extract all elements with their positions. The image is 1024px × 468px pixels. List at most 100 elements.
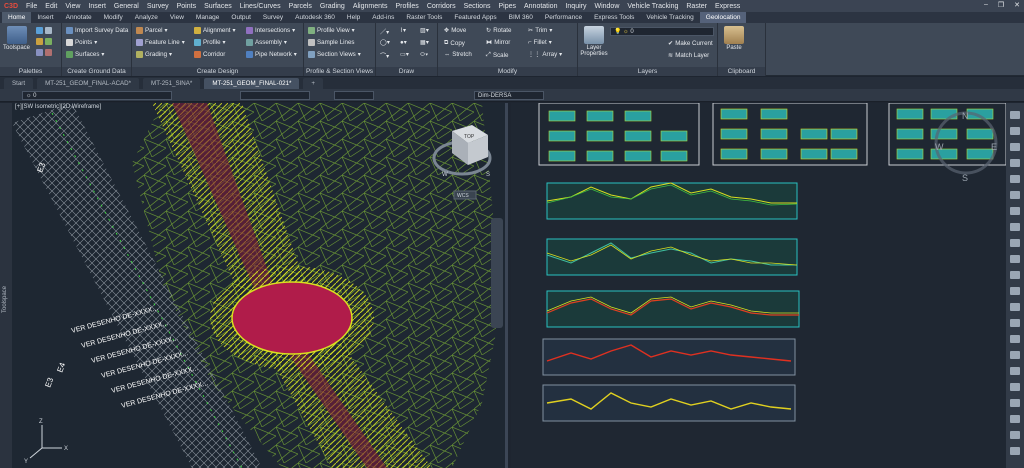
menu-insert[interactable]: Insert [88, 3, 106, 10]
menu-window[interactable]: Window [594, 3, 619, 10]
tab-vehicle-tracking[interactable]: Vehicle Tracking [640, 12, 699, 23]
dim-style-combo[interactable]: Dim-DERSA [474, 91, 544, 100]
panel-title-create-ground-data[interactable]: Create Ground Data [62, 67, 131, 76]
panel-title-profile-section-views[interactable]: Profile & Section Views [304, 67, 375, 76]
point-tool-button[interactable]: ●▾ [400, 39, 407, 46]
hatch-tool-button[interactable]: ▨▾ [420, 27, 429, 34]
tab-geolocation[interactable]: Geolocation [699, 12, 747, 23]
ellipse-tool-button[interactable]: ⬭▾ [420, 51, 428, 59]
tab-annotate[interactable]: Annotate [60, 12, 98, 23]
fillet-button[interactable]: ⌐ Fillet ▾ [528, 39, 552, 46]
app-logo-icon[interactable]: C3D [4, 3, 18, 10]
scale-button[interactable]: ⤢ Scale [486, 51, 508, 59]
feature-line-button[interactable]: Feature Line ▾ [136, 39, 185, 46]
tab-insert[interactable]: Insert [31, 12, 59, 23]
menu-view[interactable]: View [65, 3, 80, 10]
panel-title-layers[interactable]: Layers [578, 67, 717, 76]
menu-file[interactable]: File [26, 3, 37, 10]
paste-button[interactable]: Paste [724, 26, 744, 51]
surfaces-button[interactable]: Surfaces ▾ [66, 51, 105, 58]
sample-lines-button[interactable]: Sample Lines [308, 39, 355, 46]
copy-button[interactable]: ⧉ Copy [444, 39, 465, 47]
model-viewport-2d[interactable]: N W E S [511, 103, 1006, 468]
tab-add-ins[interactable]: Add-ins [366, 12, 400, 23]
line-tool-button[interactable]: ／▾ [380, 27, 389, 36]
doc-tab-start[interactable]: Start [4, 78, 34, 89]
tab-home[interactable]: Home [2, 12, 32, 23]
menu-edit[interactable]: Edit [45, 3, 57, 10]
menu-points[interactable]: Points [177, 3, 196, 10]
model-viewport-3d[interactable]: E3 VER DESENHO DE-XXXX... VER DESENHO DE… [12, 103, 508, 468]
circle-tool-button[interactable]: ◯▾ [380, 39, 390, 46]
menu-annotation[interactable]: Annotation [524, 3, 557, 10]
viewport-controls-label[interactable]: [+][SW Isometric][2D Wireframe] [15, 104, 101, 110]
points-button[interactable]: Points ▾ [66, 39, 97, 46]
tab-help[interactable]: Help [341, 12, 366, 23]
parcel-button[interactable]: Parcel ▾ [136, 27, 168, 34]
layer-properties-button[interactable]: Layer Properties [580, 26, 608, 57]
menu-grading[interactable]: Grading [320, 3, 345, 10]
tab-featured-apps[interactable]: Featured Apps [448, 12, 502, 23]
restore-icon[interactable]: ❐ [998, 1, 1004, 9]
menu-alignments[interactable]: Alignments [353, 3, 388, 10]
layer-state-combo[interactable]: ☼ 0 [22, 91, 172, 100]
palette-btn-3[interactable] [36, 49, 52, 56]
toolspace-button[interactable]: Toolspace [3, 26, 30, 51]
panel-title-palettes[interactable]: Palettes [0, 67, 61, 76]
menu-survey[interactable]: Survey [147, 3, 169, 10]
pipe-network-button[interactable]: Pipe Network ▾ [246, 51, 297, 58]
menu-pipes[interactable]: Pipes [498, 3, 516, 10]
doc-tab-geom-021[interactable]: MT-251_GEOM_FINAL-021* [204, 78, 300, 89]
gradient-tool-button[interactable]: ▦▾ [420, 39, 429, 46]
trim-button[interactable]: ✂ Trim ▾ [528, 27, 552, 34]
tab-performance[interactable]: Performance [539, 12, 588, 23]
make-current-button[interactable]: ✔ Make Current [668, 40, 713, 47]
menu-inquiry[interactable]: Inquiry [565, 3, 586, 10]
navigation-bar[interactable] [491, 218, 503, 328]
arc-tool-button[interactable]: ⌒▾ [380, 51, 389, 60]
palette-btn-2[interactable] [36, 38, 52, 45]
assembly-button[interactable]: Assembly ▾ [246, 39, 287, 46]
new-tab-button[interactable]: + [303, 78, 324, 89]
color-combo[interactable] [240, 91, 310, 100]
minimize-icon[interactable]: – [984, 1, 988, 9]
menu-raster[interactable]: Raster [686, 3, 707, 10]
close-icon[interactable]: ✕ [1014, 1, 1020, 9]
menu-lines-curves[interactable]: Lines/Curves [240, 3, 281, 10]
tab-modify[interactable]: Modify [98, 12, 129, 23]
alignment-button[interactable]: Alignment ▾ [194, 27, 236, 34]
menu-profiles[interactable]: Profiles [395, 3, 418, 10]
menu-vehicle-tracking[interactable]: Vehicle Tracking [627, 3, 678, 10]
palette-btn-1[interactable] [36, 27, 52, 34]
panel-title-create-design[interactable]: Create Design [132, 67, 303, 76]
mirror-button[interactable]: ⧓ Mirror [486, 39, 510, 46]
menu-corridors[interactable]: Corridors [427, 3, 456, 10]
tab-raster-tools[interactable]: Raster Tools [400, 12, 448, 23]
compass-rose[interactable]: N W E S [934, 111, 998, 183]
doc-tab-geom-acad[interactable]: MT-251_GEOM_FINAL-ACAD* [37, 78, 140, 89]
polyline-tool-button[interactable]: ⌇▾ [400, 27, 406, 34]
panel-title-modify[interactable]: Modify [438, 67, 577, 76]
layer-dropdown[interactable]: 💡 ☼ 0 [610, 27, 714, 36]
doc-tab-sina[interactable]: MT-251_SINA* [143, 78, 201, 89]
move-button[interactable]: ✥ Move [444, 27, 466, 34]
menu-sections[interactable]: Sections [464, 3, 491, 10]
tab-output[interactable]: Output [225, 12, 257, 23]
intersections-button[interactable]: Intersections ▾ [246, 27, 295, 34]
profile-view-button[interactable]: Profile View ▾ [308, 27, 355, 34]
corridor-button[interactable]: Corridor [194, 51, 225, 58]
tab-express-tools[interactable]: Express Tools [588, 12, 640, 23]
match-layer-button[interactable]: ≋ Match Layer [668, 52, 709, 59]
tab-survey[interactable]: Survey [257, 12, 289, 23]
array-button[interactable]: ⋮⋮ Array ▾ [528, 51, 562, 58]
tab-analyze[interactable]: Analyze [129, 12, 164, 23]
stretch-button[interactable]: ⇔ Stretch [444, 51, 472, 58]
right-tool-icons[interactable] [1006, 103, 1024, 468]
section-views-button[interactable]: Section Views ▾ [308, 51, 361, 58]
toolspace-side-strip[interactable]: Toolspace [0, 103, 12, 468]
tab-bim-360[interactable]: BIM 360 [503, 12, 539, 23]
panel-title-clipboard[interactable]: Clipboard [718, 67, 765, 76]
tab-autodesk-360[interactable]: Autodesk 360 [289, 12, 341, 23]
import-survey-data-button[interactable]: Import Survey Data [66, 27, 128, 34]
rectangle-tool-button[interactable]: ▭▾ [400, 51, 409, 58]
